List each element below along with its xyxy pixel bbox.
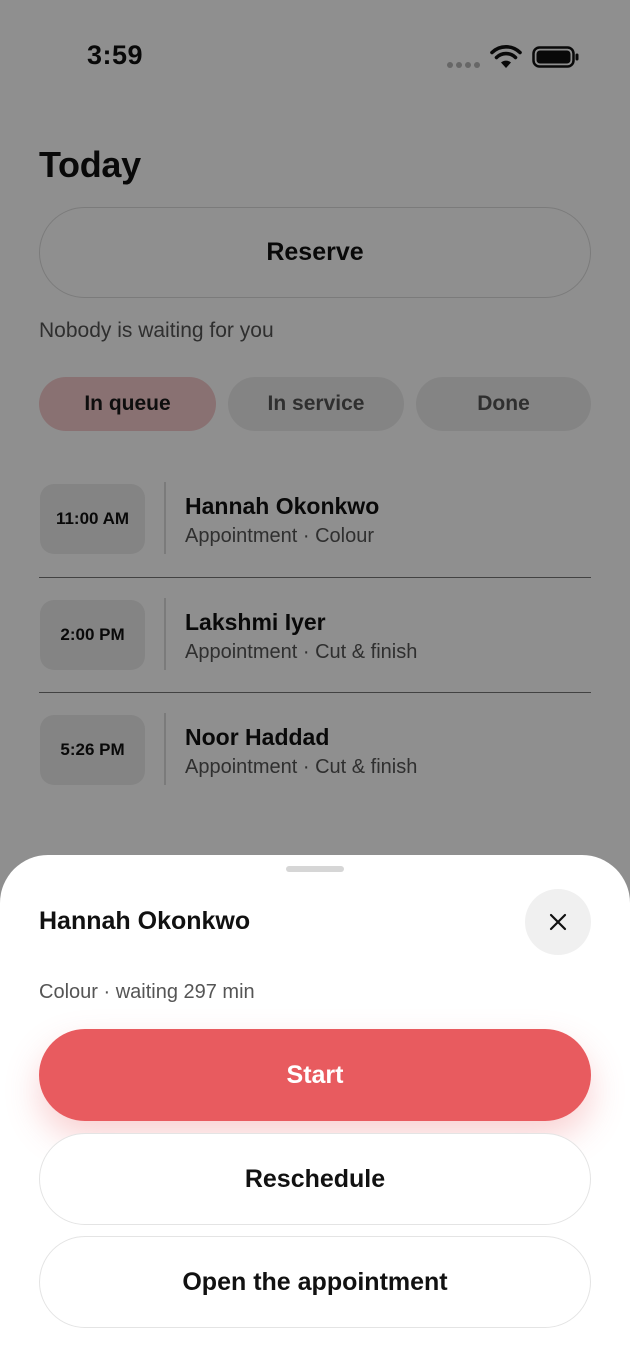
start-button[interactable]: Start [39, 1029, 591, 1121]
sheet-grabber[interactable] [286, 866, 344, 872]
sheet-title: Hannah Okonkwo [39, 907, 251, 935]
appointment-action-sheet: Hannah Okonkwo Colour · waiting 297 min … [0, 855, 630, 1368]
sheet-subtitle: Colour · waiting 297 min [39, 981, 255, 1003]
open-appointment-button[interactable]: Open the appointment [39, 1236, 591, 1328]
close-icon [549, 913, 567, 931]
reschedule-button[interactable]: Reschedule [39, 1133, 591, 1225]
close-button[interactable] [525, 889, 591, 955]
